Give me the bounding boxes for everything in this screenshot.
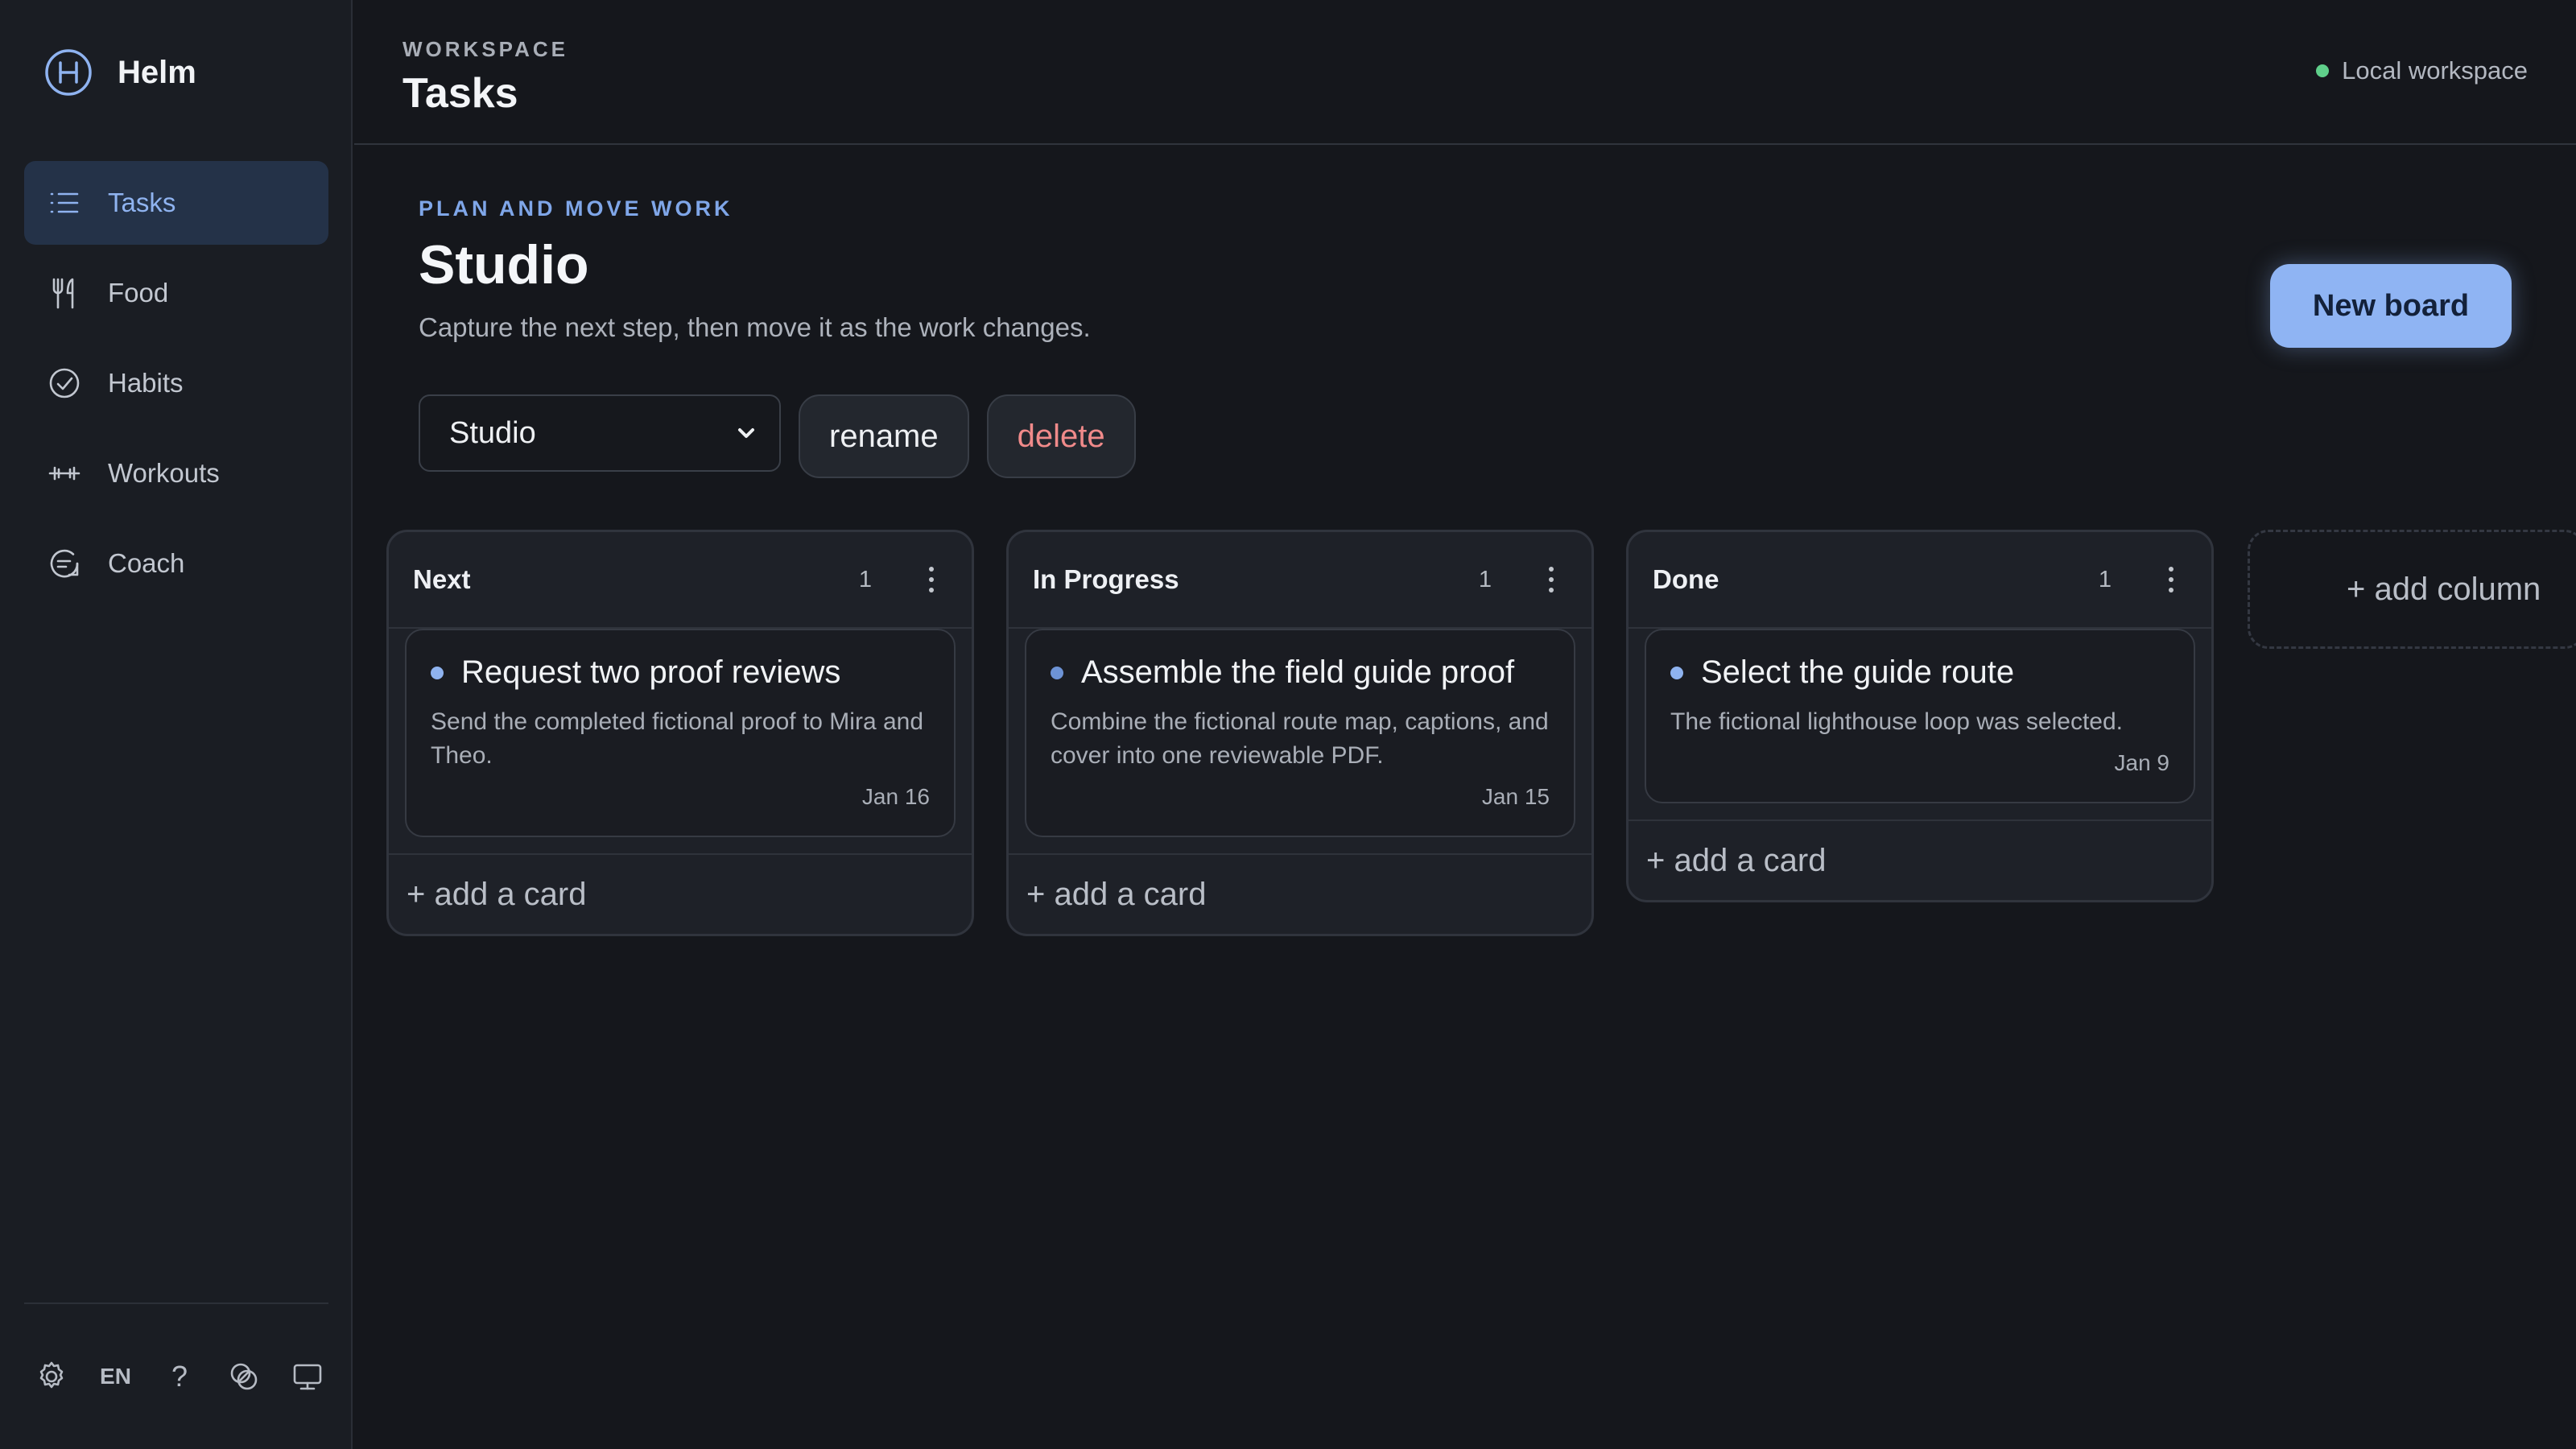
sidebar: Helm Tasks Food Habits Workouts Coach EN… xyxy=(0,0,353,1449)
gear-icon xyxy=(39,1361,64,1389)
sidebar-item-coach[interactable]: Coach xyxy=(24,522,328,605)
rename-button[interactable]: rename xyxy=(799,394,969,478)
settings-button[interactable] xyxy=(31,1356,72,1397)
list-icon xyxy=(45,184,84,222)
card-description: Send the completed fictional proof to Mi… xyxy=(431,708,924,769)
new-board-button[interactable]: New board xyxy=(2270,264,2512,348)
sidebar-item-tasks[interactable]: Tasks xyxy=(24,161,328,245)
column-body: Assemble the field guide proof Combine t… xyxy=(1009,629,1591,853)
column-menu-icon[interactable] xyxy=(1535,557,1567,602)
sidebar-nav: Tasks Food Habits Workouts Coach xyxy=(24,161,328,612)
workspace-status: Local workspace xyxy=(2316,56,2528,85)
column-body: Select the guide route The fictional lig… xyxy=(1629,629,2211,819)
card-title: Assemble the field guide proof xyxy=(1051,654,1550,691)
column-header: Next 1 xyxy=(389,532,972,629)
column-in-progress: In Progress 1 Assemble the field guide p… xyxy=(1006,530,1594,936)
column-header: In Progress 1 xyxy=(1009,532,1591,629)
delete-button[interactable]: delete xyxy=(986,394,1136,478)
brand[interactable]: Helm xyxy=(43,47,196,98)
card-description: Combine the fictional route map, caption… xyxy=(1051,708,1549,769)
board-select-value: Studio xyxy=(449,415,536,450)
board-title: Studio xyxy=(419,234,589,295)
page-header: WORKSPACE Tasks Local workspace xyxy=(354,0,2576,145)
monitor-icon xyxy=(293,1364,322,1390)
sidebar-item-habits[interactable]: Habits xyxy=(24,341,328,425)
sidebar-item-label: Tasks xyxy=(108,188,176,217)
column-title: Next xyxy=(413,564,471,594)
board-subtitle: Capture the next step, then move it as t… xyxy=(419,312,1091,342)
brand-name: Helm xyxy=(118,54,196,90)
add-card-button[interactable]: + add a card xyxy=(1629,819,2211,900)
task-card[interactable]: Assemble the field guide proof Combine t… xyxy=(1025,629,1575,837)
sidebar-item-food[interactable]: Food xyxy=(24,251,328,335)
chat-icon xyxy=(45,544,84,583)
sidebar-divider xyxy=(24,1302,328,1304)
sidebar-item-label: Coach xyxy=(108,548,185,578)
help-button[interactable]: ? xyxy=(159,1356,200,1397)
card-date: Jan 15 xyxy=(1481,784,1550,809)
card-title-text: Request two proof reviews xyxy=(461,654,841,690)
dumbbell-icon xyxy=(45,454,84,493)
card-description: The fictional lighthouse loop was select… xyxy=(1670,708,2124,735)
sidebar-item-label: Food xyxy=(108,278,169,308)
board-select[interactable]: Studio xyxy=(419,394,781,472)
column-menu-icon[interactable] xyxy=(915,557,947,602)
board-eyebrow: PLAN AND MOVE WORK xyxy=(419,196,733,221)
chevron-down-icon xyxy=(738,428,754,438)
add-column-button[interactable]: + add column xyxy=(2248,530,2576,649)
utensils-icon xyxy=(45,274,84,312)
card-title: Select the guide route xyxy=(1670,654,2169,691)
card-dot-icon xyxy=(431,666,444,679)
add-card-button[interactable]: + add a card xyxy=(389,853,972,934)
card-title-text: Select the guide route xyxy=(1701,654,2015,690)
column-next: Next 1 Request two proof reviews Send th… xyxy=(386,530,974,936)
sidebar-item-workouts[interactable]: Workouts xyxy=(24,431,328,515)
card-title-text: Assemble the field guide proof xyxy=(1081,654,1515,690)
column-body: Request two proof reviews Send the compl… xyxy=(389,629,972,853)
status-dot-icon xyxy=(2316,64,2330,77)
column-count: 1 xyxy=(1478,566,1492,592)
card-dot-icon xyxy=(1051,666,1063,679)
column-menu-icon[interactable] xyxy=(2155,557,2187,602)
contrast-icon xyxy=(230,1363,257,1390)
column-header: Done 1 xyxy=(1629,532,2211,629)
display-button[interactable] xyxy=(287,1356,328,1397)
task-card[interactable]: Request two proof reviews Send the compl… xyxy=(405,629,956,837)
card-dot-icon xyxy=(1670,666,1683,679)
column-count: 1 xyxy=(858,566,872,592)
sidebar-item-label: Workouts xyxy=(108,458,220,488)
language-button[interactable]: EN xyxy=(95,1356,137,1397)
card-date: Jan 9 xyxy=(2114,750,2170,775)
task-card[interactable]: Select the guide route The fictional lig… xyxy=(1645,629,2195,803)
sidebar-item-label: Habits xyxy=(108,368,184,398)
page-title: Tasks xyxy=(402,70,518,117)
sidebar-footer: EN ? xyxy=(31,1352,328,1401)
board-controls: Studio rename delete xyxy=(419,394,1136,478)
column-count: 1 xyxy=(2098,566,2112,592)
header-eyebrow: WORKSPACE xyxy=(402,37,568,61)
check-circle-icon xyxy=(45,364,84,402)
column-done: Done 1 Select the guide route The fictio… xyxy=(1626,530,2214,902)
card-title: Request two proof reviews xyxy=(431,654,930,691)
column-title: Done xyxy=(1653,564,1719,594)
workspace-status-label: Local workspace xyxy=(2342,56,2528,85)
add-card-button[interactable]: + add a card xyxy=(1009,853,1591,934)
card-date: Jan 16 xyxy=(861,784,930,809)
helm-logo-icon xyxy=(45,49,92,96)
column-title: In Progress xyxy=(1033,564,1179,594)
theme-button[interactable] xyxy=(223,1356,265,1397)
